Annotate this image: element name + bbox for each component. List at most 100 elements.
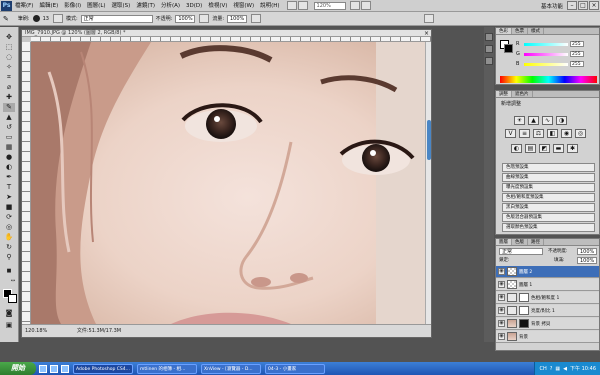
channel-mixer-icon[interactable]: ◎ xyxy=(575,129,586,138)
layer-row[interactable]: ◉ 色相/飽和度 1 xyxy=(496,292,599,304)
menu-file[interactable]: 檔案(F) xyxy=(12,0,36,12)
minimize-button[interactable]: – xyxy=(567,1,577,10)
task-photoshop[interactable]: Adobe Photoshop CS4... xyxy=(73,363,133,374)
preset-channel-mixer[interactable]: 色版混合器預設集 xyxy=(502,213,595,222)
preset-black-white[interactable]: 黑白預設集 xyxy=(502,203,595,212)
hand-tool-button[interactable] xyxy=(297,1,308,10)
crop-tool-icon[interactable]: ⌗ xyxy=(3,73,15,82)
flow-field[interactable]: 100% xyxy=(227,14,247,23)
history-brush-tool-icon[interactable]: ↺ xyxy=(3,123,15,132)
quick-select-tool-icon[interactable]: ✧ xyxy=(3,63,15,72)
close-button[interactable]: × xyxy=(589,1,599,10)
task-paint[interactable]: 04-3 - 小畫家 xyxy=(265,363,325,374)
preset-selective-color[interactable]: 選取顏色預設集 xyxy=(502,223,595,232)
vibrance-icon[interactable]: V xyxy=(505,129,516,138)
swap-colors-icon[interactable]: ↔ xyxy=(9,277,17,286)
black-white-icon[interactable]: ◧ xyxy=(547,129,558,138)
menu-analysis[interactable]: 分析(A) xyxy=(158,0,183,12)
vertical-ruler[interactable] xyxy=(22,42,31,324)
screen-mode-button[interactable] xyxy=(360,1,371,10)
posterize-icon[interactable]: ▤ xyxy=(525,144,536,153)
vertical-scrollbar[interactable] xyxy=(425,42,431,324)
menu-help[interactable]: 說明(H) xyxy=(257,0,282,12)
tab-channels[interactable]: 色版 xyxy=(512,239,528,245)
menu-image[interactable]: 影像(I) xyxy=(61,0,84,12)
tab-color[interactable]: 色彩 xyxy=(496,28,512,34)
launch-bridge-button[interactable] xyxy=(286,1,297,10)
layer-row[interactable]: ◉ 圖層 1 xyxy=(496,279,599,291)
background-color-chip[interactable] xyxy=(504,44,513,53)
layer-opacity-field[interactable]: 100% xyxy=(577,248,597,255)
show-desktop-icon[interactable] xyxy=(39,364,47,373)
hue-saturation-icon[interactable]: ≡ xyxy=(519,129,530,138)
clone-stamp-tool-icon[interactable]: ▲ xyxy=(3,113,15,122)
visibility-eye-icon[interactable]: ◉ xyxy=(498,281,505,288)
brush-preset-picker[interactable] xyxy=(32,15,40,22)
task-album[interactable]: mtlinen 的相簿 - 相... xyxy=(137,363,197,374)
preset-levels[interactable]: 色階預設集 xyxy=(502,163,595,172)
tab-masks[interactable]: 遮色片 xyxy=(512,91,533,97)
blue-slider[interactable] xyxy=(524,62,568,66)
airbrush-button[interactable] xyxy=(251,14,261,23)
fill-field[interactable]: 100% xyxy=(577,257,597,264)
brush-tool-icon[interactable]: ✎ xyxy=(3,15,9,23)
photo-filter-icon[interactable]: ◉ xyxy=(561,129,572,138)
green-slider[interactable] xyxy=(524,52,568,56)
brushes-panel-icon[interactable] xyxy=(485,57,493,65)
visibility-eye-icon[interactable]: ◉ xyxy=(498,268,505,275)
preset-hue-saturation[interactable]: 色相/飽和度預設集 xyxy=(502,193,595,202)
visibility-eye-icon[interactable]: ◉ xyxy=(498,294,505,301)
help-icon[interactable]: ? xyxy=(550,366,553,372)
red-value-field[interactable]: 255 xyxy=(570,41,584,47)
pen-tool-icon[interactable]: ✒ xyxy=(3,173,15,182)
browser-quicklaunch-icon[interactable] xyxy=(50,364,58,373)
arrange-documents-button[interactable] xyxy=(349,1,360,10)
network-icon[interactable]: ▦ xyxy=(555,366,560,372)
brush-panel-button[interactable] xyxy=(52,14,63,23)
dodge-tool-icon[interactable]: ◐ xyxy=(3,163,15,172)
actions-panel-icon[interactable] xyxy=(485,45,493,53)
menu-edit[interactable]: 編輯(E) xyxy=(36,0,61,12)
menu-window[interactable]: 視窗(W) xyxy=(230,0,257,12)
curves-icon[interactable]: ∿ xyxy=(542,116,553,125)
blend-mode-select[interactable]: 正常 xyxy=(499,248,543,255)
quick-mask-icon[interactable]: ◙ xyxy=(3,309,15,318)
layer-row[interactable]: ◉ 圖層 2 xyxy=(496,266,599,278)
visibility-eye-icon[interactable]: ◉ xyxy=(498,333,505,340)
scrollbar-thumb[interactable] xyxy=(427,120,431,160)
tab-adjustments[interactable]: 調整 xyxy=(496,91,512,97)
healing-brush-tool-icon[interactable]: ✚ xyxy=(3,93,15,102)
shape-tool-icon[interactable]: ■ xyxy=(3,203,15,212)
pressure-size-button[interactable] xyxy=(424,14,434,23)
invert-icon[interactable]: ◐ xyxy=(511,144,522,153)
levels-icon[interactable]: ▲ xyxy=(528,116,539,125)
screen-mode-icon[interactable]: ▣ xyxy=(3,321,15,330)
brightness-contrast-icon[interactable]: ☀ xyxy=(514,116,525,125)
document-close-icon[interactable]: × xyxy=(424,30,429,37)
red-slider[interactable] xyxy=(524,42,568,46)
preset-curves[interactable]: 曲線預設集 xyxy=(502,173,595,182)
menu-filter[interactable]: 濾鏡(T) xyxy=(133,0,158,12)
eraser-tool-icon[interactable]: ▭ xyxy=(3,133,15,142)
tab-layers[interactable]: 圖層 xyxy=(496,239,512,245)
tab-styles[interactable]: 樣式 xyxy=(528,28,544,34)
type-tool-icon[interactable]: T xyxy=(3,183,15,192)
opacity-field[interactable]: 100% xyxy=(175,14,196,23)
media-quicklaunch-icon[interactable] xyxy=(61,364,69,373)
rotate-view-tool-icon[interactable]: ↻ xyxy=(3,243,15,252)
gradient-map-icon[interactable]: ▬ xyxy=(553,144,564,153)
3d-orbit-tool-icon[interactable]: ◎ xyxy=(3,223,15,232)
pressure-opacity-button[interactable] xyxy=(199,14,210,23)
layer-row[interactable]: ◉ 背景 拷貝 xyxy=(496,318,599,330)
workspace-switcher[interactable]: 基本功能 xyxy=(541,2,563,10)
preset-exposure[interactable]: 曝光度預設集 xyxy=(502,183,595,192)
zoom-tool-icon[interactable]: ⚲ xyxy=(3,253,15,262)
hand-tool-icon[interactable]: ✋ xyxy=(3,233,15,242)
background-color-swatch[interactable] xyxy=(8,294,17,303)
selective-color-icon[interactable]: ✱ xyxy=(567,144,578,153)
blue-value-field[interactable]: 255 xyxy=(570,61,584,67)
default-colors-icon[interactable]: ■ xyxy=(3,267,15,276)
eyedropper-tool-icon[interactable]: ⌀ xyxy=(3,83,15,92)
layer-row[interactable]: ◉ 亮度/對比 1 xyxy=(496,305,599,317)
green-value-field[interactable]: 255 xyxy=(570,51,584,57)
